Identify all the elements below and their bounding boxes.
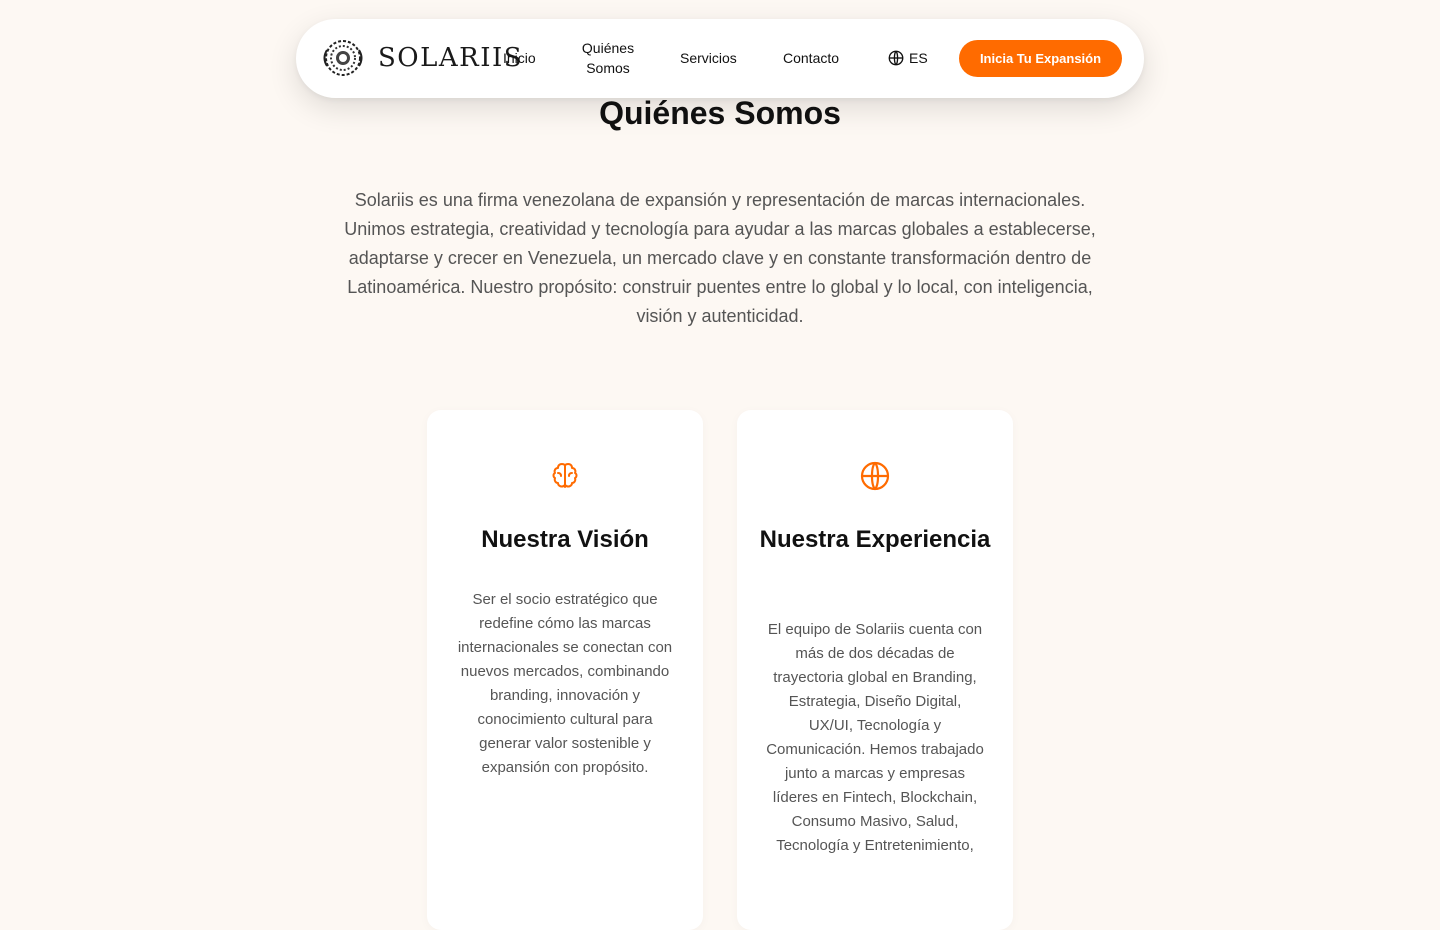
experience-title: Nuestra Experiencia xyxy=(759,526,991,553)
globe-icon xyxy=(860,461,890,491)
vision-card: Nuestra Visión Ser el socio estratégico … xyxy=(427,410,703,930)
brand-logo[interactable]: SOLARIIS xyxy=(318,38,523,78)
experience-card: Nuestra Experiencia El equipo de Solarii… xyxy=(737,410,1013,930)
nav-link-servicios[interactable]: Servicios xyxy=(680,48,737,68)
experience-text: El equipo de Solariis cuenta con más de … xyxy=(766,621,984,854)
language-switcher[interactable]: ES xyxy=(887,48,928,68)
page-title: Quiénes Somos xyxy=(599,95,841,131)
start-expansion-button[interactable]: Inicia Tu Expansión xyxy=(959,40,1122,77)
globe-icon xyxy=(888,50,904,66)
nav-link-inicio[interactable]: Inicio xyxy=(503,48,536,68)
intro-paragraph: Solariis es una firma venezolana de expa… xyxy=(344,190,1096,326)
nav-link-quienes-somos[interactable]: Quiénes Somos xyxy=(577,38,639,78)
navbar: SOLARIIS Inicio Quiénes Somos Servicios … xyxy=(296,19,1144,98)
vision-title: Nuestra Visión xyxy=(481,526,649,553)
brand-name: SOLARIIS xyxy=(378,43,524,73)
nav-link-contacto[interactable]: Contacto xyxy=(783,48,839,68)
language-label: ES xyxy=(909,50,928,66)
vision-text: Ser el socio estratégico que redefine có… xyxy=(457,591,673,776)
brain-icon xyxy=(552,463,578,488)
lion-logo-icon xyxy=(323,40,363,76)
